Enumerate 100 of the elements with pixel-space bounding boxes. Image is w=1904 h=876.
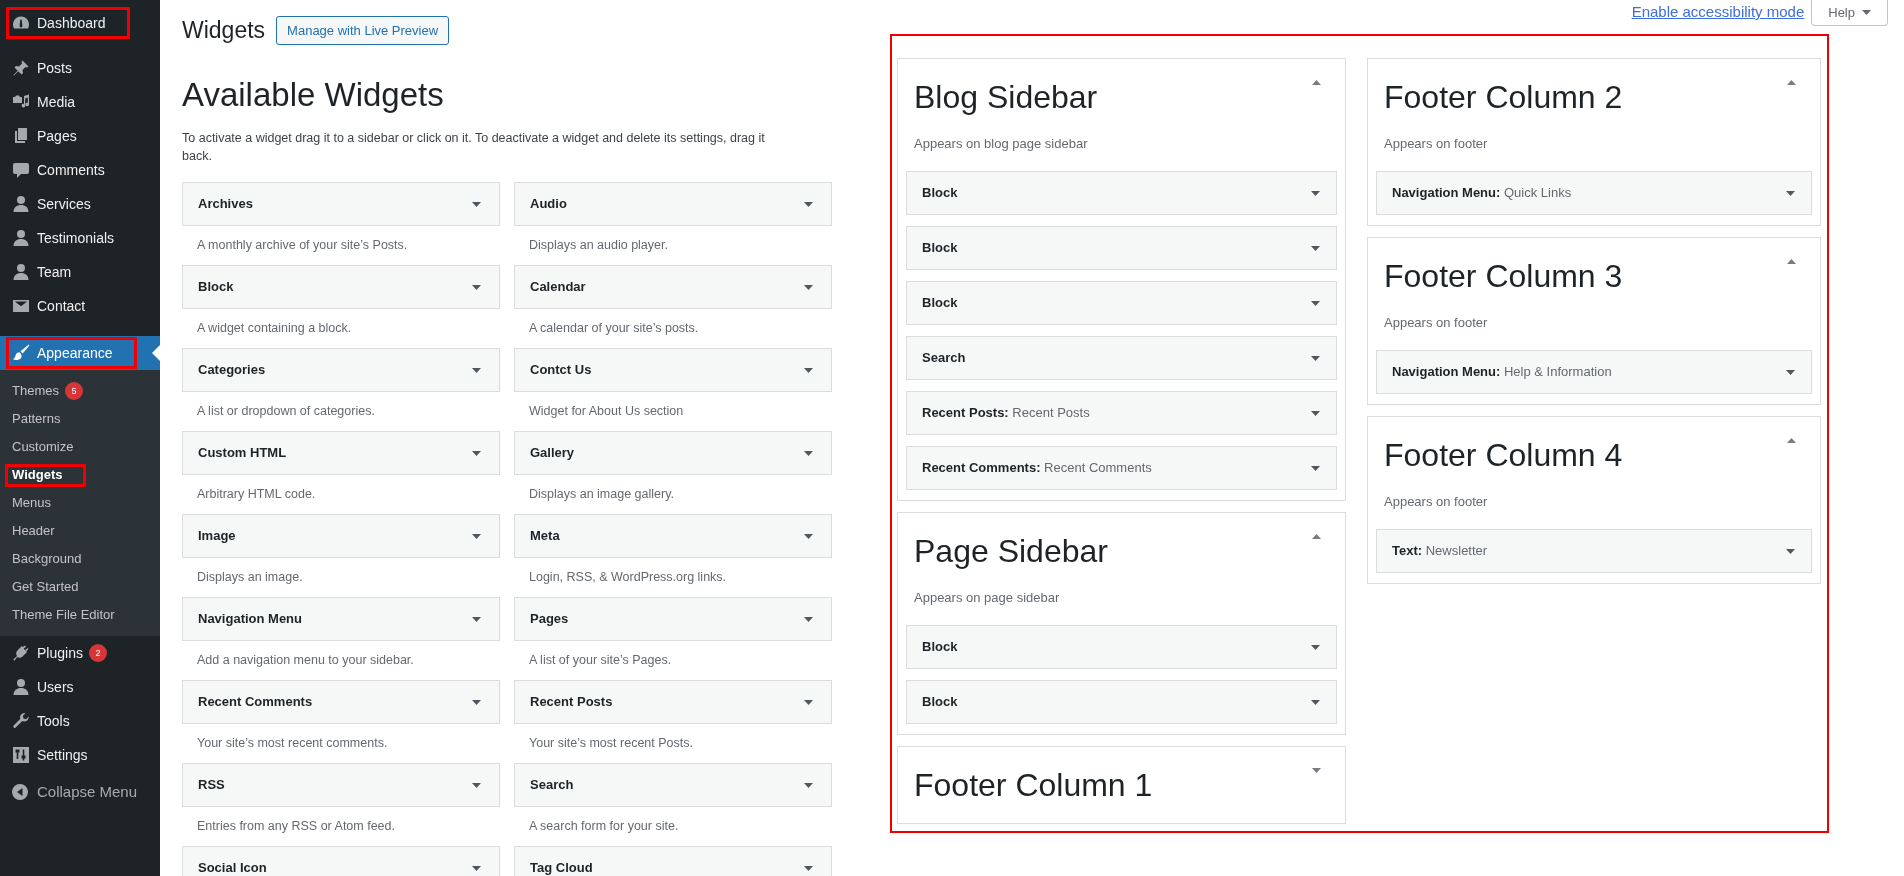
caret-down-icon[interactable] xyxy=(1311,300,1320,306)
caret-down-icon[interactable] xyxy=(1786,369,1795,375)
widget-item[interactable]: Image xyxy=(182,514,500,558)
caret-down-icon[interactable] xyxy=(472,616,481,622)
caret-down-icon[interactable] xyxy=(472,782,481,788)
submenu-item[interactable]: Theme File Editor xyxy=(0,601,160,629)
menu-item[interactable]: Team xyxy=(0,255,160,289)
menu-item[interactable]: Comments xyxy=(0,153,160,187)
caret-down-icon[interactable] xyxy=(804,201,813,207)
caret-up-icon[interactable] xyxy=(1312,80,1321,85)
widget-item[interactable]: Block xyxy=(906,171,1337,215)
caret-down-icon[interactable] xyxy=(472,367,481,373)
caret-down-icon[interactable] xyxy=(1311,190,1320,196)
widget-item[interactable]: Block xyxy=(906,281,1337,325)
caret-down-icon[interactable] xyxy=(472,533,481,539)
submenu-item[interactable]: Get Started xyxy=(0,573,160,601)
menu-item[interactable]: Media xyxy=(0,85,160,119)
widget-item[interactable]: Recent Posts xyxy=(514,680,832,724)
speech-bubble-icon xyxy=(11,160,31,180)
widget-item[interactable]: Contct Us xyxy=(514,348,832,392)
widget-item[interactable]: Custom HTML xyxy=(182,431,500,475)
widget-item[interactable]: Social Icon xyxy=(182,846,500,876)
menu-item[interactable]: Plugins 2 xyxy=(0,636,160,670)
live-preview-button[interactable]: Manage with Live Preview xyxy=(276,16,450,45)
menu-item[interactable]: Users xyxy=(0,670,160,704)
widget-item[interactable]: Block xyxy=(906,625,1337,669)
submenu-item[interactable]: Customize xyxy=(0,433,160,461)
caret-up-icon[interactable] xyxy=(1787,438,1796,443)
widget-item[interactable]: Navigation Menu: Quick Links xyxy=(1376,171,1812,215)
menu-item[interactable]: Services xyxy=(0,187,160,221)
menu-item[interactable]: Appearance xyxy=(0,336,160,370)
widget-item[interactable]: Gallery xyxy=(514,431,832,475)
widget-item[interactable]: Block xyxy=(182,265,500,309)
caret-down-icon[interactable] xyxy=(1786,548,1795,554)
widget-item[interactable]: Search xyxy=(906,336,1337,380)
caret-down-icon[interactable] xyxy=(1311,465,1320,471)
caret-down-icon[interactable] xyxy=(1312,768,1321,773)
caret-down-icon[interactable] xyxy=(804,782,813,788)
notch-icon xyxy=(152,345,160,361)
accessibility-link[interactable]: Enable accessibility mode xyxy=(1631,0,1805,24)
submenu-item[interactable]: Themes 5 xyxy=(0,377,160,405)
caret-down-icon[interactable] xyxy=(804,284,813,290)
caret-down-icon[interactable] xyxy=(472,699,481,705)
submenu-item[interactable]: Header xyxy=(0,517,160,545)
submenu-item[interactable]: Widgets xyxy=(0,461,160,489)
submenu-item[interactable]: Patterns xyxy=(0,405,160,433)
caret-down-icon[interactable] xyxy=(804,367,813,373)
collapse-menu-button[interactable]: Collapse Menu xyxy=(0,775,160,809)
widget-area-description: Appears on blog page sidebar xyxy=(914,136,1088,151)
widget-item[interactable]: Block xyxy=(906,226,1337,270)
menu-item[interactable]: Posts xyxy=(0,51,160,85)
widget-item[interactable]: Text: Newsletter xyxy=(1376,529,1812,573)
caret-down-icon[interactable] xyxy=(472,201,481,207)
widget-item[interactable]: Archives xyxy=(182,182,500,226)
widget-item[interactable]: Categories xyxy=(182,348,500,392)
widget-description: Displays an image gallery. xyxy=(529,486,674,504)
caret-down-icon[interactable] xyxy=(804,533,813,539)
widget-item[interactable]: Recent Posts: Recent Posts xyxy=(906,391,1337,435)
menu-item[interactable]: Contact xyxy=(0,289,160,323)
caret-down-icon[interactable] xyxy=(472,450,481,456)
caret-down-icon[interactable] xyxy=(804,865,813,871)
widget-item[interactable]: Audio xyxy=(514,182,832,226)
submenu-item[interactable]: Background xyxy=(0,545,160,573)
caret-down-icon[interactable] xyxy=(1311,699,1320,705)
widget-item[interactable]: Block xyxy=(906,680,1337,724)
caret-down-icon[interactable] xyxy=(1311,644,1320,650)
caret-up-icon[interactable] xyxy=(1787,259,1796,264)
widget-item[interactable]: Calendar xyxy=(514,265,832,309)
submenu-item[interactable]: Menus xyxy=(0,489,160,517)
widget-item[interactable]: Meta xyxy=(514,514,832,558)
menu-item[interactable]: Testimonials xyxy=(0,221,160,255)
widget-item[interactable]: Pages xyxy=(514,597,832,641)
widget-item[interactable]: Recent Comments xyxy=(182,680,500,724)
caret-down-icon[interactable] xyxy=(1311,355,1320,361)
widget-description: A widget containing a block. xyxy=(197,320,352,338)
menu-item[interactable]: Settings xyxy=(0,738,160,772)
widget-description: Arbitrary HTML code. xyxy=(197,486,316,504)
help-button[interactable]: Help xyxy=(1811,0,1888,26)
caret-down-icon[interactable] xyxy=(472,865,481,871)
caret-down-icon[interactable] xyxy=(804,616,813,622)
widget-item[interactable]: Tag Cloud xyxy=(514,846,832,876)
caret-down-icon[interactable] xyxy=(472,284,481,290)
caret-up-icon[interactable] xyxy=(1787,80,1796,85)
widget-item[interactable]: Search xyxy=(514,763,832,807)
widget-item[interactable]: Navigation Menu: Help & Information xyxy=(1376,350,1812,394)
caret-down-icon[interactable] xyxy=(804,699,813,705)
caret-up-icon[interactable] xyxy=(1312,534,1321,539)
menu-item[interactable]: Tools xyxy=(0,704,160,738)
menu-item[interactable]: Pages xyxy=(0,119,160,153)
widget-area-title: Footer Column 1 xyxy=(914,766,1153,804)
widget-area-description: Appears on page sidebar xyxy=(914,590,1060,605)
widget-item[interactable]: Recent Comments: Recent Comments xyxy=(906,446,1337,490)
caret-down-icon[interactable] xyxy=(1311,245,1320,251)
caret-down-icon[interactable] xyxy=(1311,410,1320,416)
caret-down-icon[interactable] xyxy=(1786,190,1795,196)
widget-description: Your site’s most recent Posts. xyxy=(529,735,693,753)
menu-item[interactable]: Dashboard xyxy=(0,6,160,40)
widget-item[interactable]: RSS xyxy=(182,763,500,807)
caret-down-icon[interactable] xyxy=(804,450,813,456)
widget-item[interactable]: Navigation Menu xyxy=(182,597,500,641)
